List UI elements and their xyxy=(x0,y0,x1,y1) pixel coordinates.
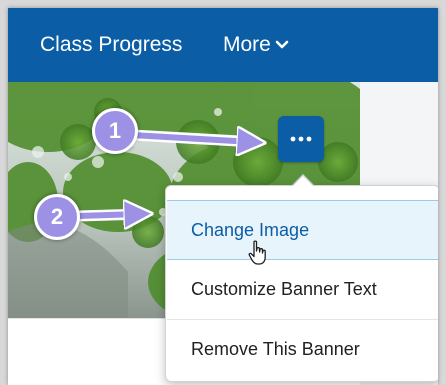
callout-badge-2: 2 xyxy=(34,194,80,240)
screenshot-frame: Class Progress More Change Image Customi… xyxy=(8,8,438,385)
callout-badge-1: 1 xyxy=(92,108,138,154)
callout-arrows xyxy=(72,8,438,385)
hand-pointer-cursor-icon xyxy=(248,240,266,265)
callout-arrow-2 xyxy=(77,214,139,216)
callout-number: 1 xyxy=(108,118,122,143)
callout-number: 2 xyxy=(50,204,64,229)
